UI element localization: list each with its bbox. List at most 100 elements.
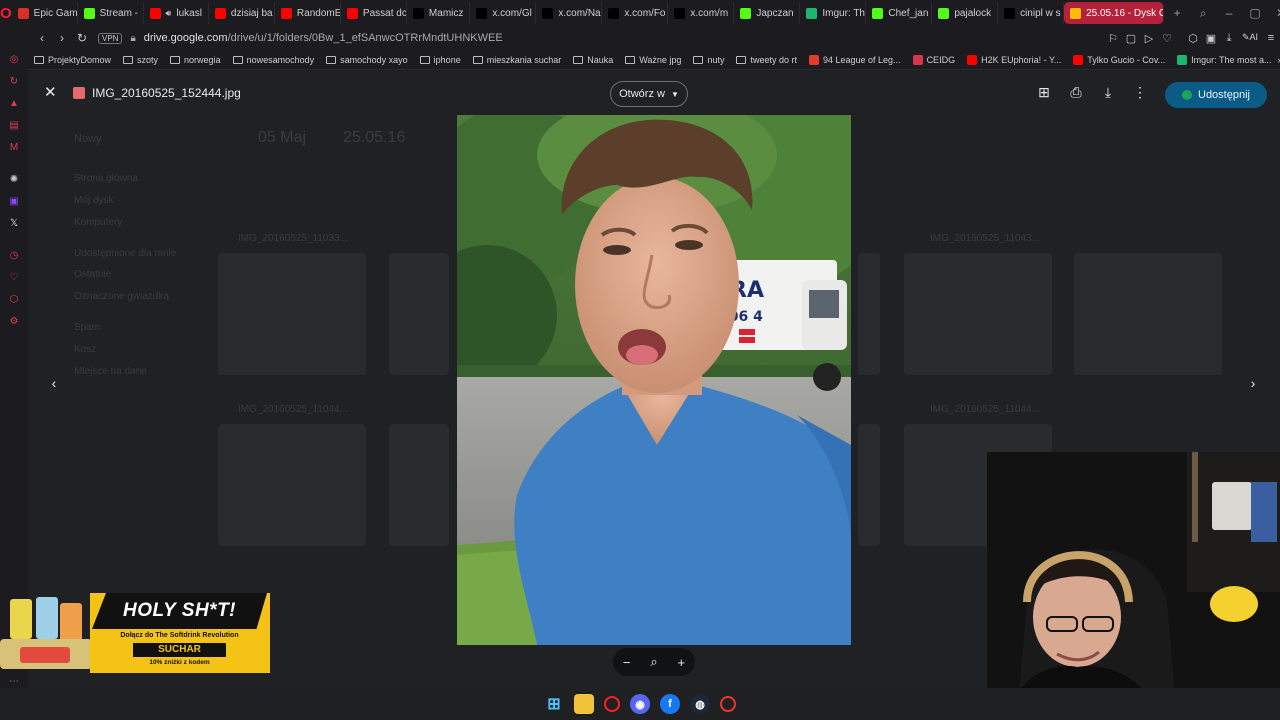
bookmark-0[interactable]: ProjektyDomow: [28, 55, 117, 65]
steam-icon[interactable]: ◍: [690, 694, 710, 714]
imgur-icon: [806, 7, 818, 19]
bookmarks-bar: ProjektyDomow szoty norwegia nowesamochody s…: [28, 50, 1280, 70]
bookmark-14[interactable]: Tylko Gucio - Cov...: [1067, 54, 1171, 65]
zoom-in-icon[interactable]: +: [677, 655, 685, 670]
obs-icon[interactable]: [720, 696, 736, 712]
extensions-icon[interactable]: ⬡: [1184, 32, 1202, 45]
opera-taskbar-icon[interactable]: [604, 696, 620, 712]
bookmark-4[interactable]: samochody xayo: [320, 55, 414, 65]
discord-icon[interactable]: ◉: [630, 694, 650, 714]
bookmark-2[interactable]: norwegia: [164, 55, 227, 65]
clock-icon[interactable]: ◷: [7, 248, 21, 262]
player-icon[interactable]: ▲: [7, 96, 21, 110]
url-field[interactable]: drive.google.com/drive/u/1/folders/0Bw_1…: [144, 32, 503, 44]
tab-15[interactable]: cinipl w s: [998, 2, 1065, 24]
next-image-icon[interactable]: ›: [1241, 371, 1265, 395]
forward-icon[interactable]: ›: [52, 31, 72, 45]
nav-ghost-trash: Kosz: [74, 344, 97, 355]
tab-8[interactable]: x.com/Na: [536, 2, 603, 24]
tab-1[interactable]: Stream -: [78, 2, 144, 24]
more-icon[interactable]: ⋯: [7, 674, 21, 688]
zoom-icon[interactable]: ⌕: [650, 654, 657, 670]
facebook-icon[interactable]: f: [660, 694, 680, 714]
bookmark-10[interactable]: tweety do rt: [730, 55, 803, 65]
settings-icon[interactable]: ⚙: [7, 314, 21, 328]
bookmark-3[interactable]: nowesamochody: [227, 55, 321, 65]
open-with-button[interactable]: Otwórz w ▼: [610, 81, 688, 107]
more-actions-icon[interactable]: ⋮: [1130, 84, 1150, 101]
tab-6[interactable]: Mamicz: [407, 2, 471, 24]
bookmark-1[interactable]: szoty: [117, 55, 164, 65]
x-icon: [542, 7, 554, 19]
tab-14[interactable]: pajalock: [932, 2, 999, 24]
tab-12[interactable]: Imgur: Th: [800, 2, 867, 24]
add-comment-icon[interactable]: ⊞: [1034, 84, 1054, 101]
twitch-icon[interactable]: ▣: [7, 194, 21, 208]
tab-label: x.com/Na: [558, 7, 601, 19]
heart-icon[interactable]: ♡: [7, 270, 21, 284]
tab-4[interactable]: RandomE: [275, 2, 341, 24]
print-icon[interactable]: ⎙: [1066, 84, 1086, 101]
tab-0[interactable]: Epic Gam: [12, 2, 78, 24]
reload-icon[interactable]: ↻: [72, 31, 92, 45]
tab-7[interactable]: x.com/Gl: [470, 2, 537, 24]
file-explorer-icon[interactable]: [574, 694, 594, 714]
share-button[interactable]: Udostępnij: [1165, 82, 1267, 108]
zoom-out-icon[interactable]: −: [623, 655, 631, 670]
bookmark-9[interactable]: nuty: [687, 55, 730, 65]
chatgpt-icon[interactable]: ✺: [7, 172, 21, 186]
opera-logo-icon[interactable]: O: [0, 0, 12, 26]
windows-start-icon[interactable]: ⊞: [544, 694, 564, 714]
kick-icon: [83, 7, 95, 19]
share-label: Udostępnij: [1198, 89, 1250, 101]
pinboard-icon[interactable]: ▤: [7, 118, 21, 132]
tab-5[interactable]: Passat dc: [341, 2, 407, 24]
tab-2[interactable]: 🔊︎ lukasl: [144, 2, 209, 24]
x-sidebar-icon[interactable]: 𝕏: [7, 216, 21, 230]
bookmark-8[interactable]: Ważne jpg: [619, 55, 687, 65]
maximize-icon[interactable]: ▢: [1242, 6, 1268, 21]
nav-ghost-recent: Ostatnie: [74, 269, 112, 280]
lock-icon[interactable]: 🔒︎: [130, 33, 135, 44]
vpn-badge[interactable]: VPN: [98, 32, 123, 44]
history-icon[interactable]: ↻: [7, 74, 21, 88]
back-icon[interactable]: ‹: [32, 31, 52, 45]
tab-16[interactable]: 25.05.16 - Dysk G: [1064, 2, 1165, 24]
tab-label: dzisiaj ba: [230, 7, 273, 19]
download-file-icon[interactable]: ⤓: [1098, 84, 1118, 101]
speaker-icon[interactable]: 🔊︎: [166, 8, 172, 19]
search-tabs-icon[interactable]: ⌕: [1190, 6, 1216, 21]
bookmark-6[interactable]: mieszkania suchar: [467, 55, 568, 65]
messenger-icon[interactable]: ◎: [7, 52, 21, 66]
bookmark-5[interactable]: iphone: [414, 55, 467, 65]
tab-13[interactable]: Chef_jan: [866, 2, 933, 24]
gmail-sidebar-icon[interactable]: M: [7, 140, 21, 154]
previous-image-icon[interactable]: ‹: [42, 371, 66, 395]
folder-icon: [419, 55, 430, 64]
easy-setup-icon[interactable]: ▣: [1202, 32, 1220, 45]
tab-10[interactable]: x.com/m: [668, 2, 735, 24]
minimize-icon[interactable]: –: [1216, 6, 1242, 21]
menu-icon[interactable]: ≡: [1262, 32, 1280, 45]
bookmark-12[interactable]: CEIDG: [907, 54, 962, 65]
bookmark-7[interactable]: Nauka: [567, 55, 619, 65]
bookmark-11[interactable]: 94 League of Leg...: [803, 54, 907, 65]
bookmark-page-icon[interactable]: ⚐: [1104, 32, 1122, 45]
x-icon: [1004, 7, 1016, 19]
download-icon[interactable]: ⤓: [1220, 32, 1238, 45]
new-tab-icon[interactable]: +: [1164, 6, 1190, 20]
snapshot-icon[interactable]: ▢: [1122, 32, 1140, 45]
close-viewer-icon[interactable]: ✕: [44, 83, 57, 101]
close-window-icon[interactable]: ✕: [1268, 6, 1280, 21]
play-icon[interactable]: ▷: [1140, 32, 1158, 45]
extensions-sidebar-icon[interactable]: ⬡: [7, 292, 21, 306]
tab-11[interactable]: Japczan: [734, 2, 801, 24]
tab-3[interactable]: dzisiaj ba: [209, 2, 275, 24]
address-bar-row: ‹ › ↻ VPN 🔒︎ drive.google.com/drive/u/1/…: [28, 26, 1280, 50]
favorite-icon[interactable]: ♡: [1158, 32, 1176, 45]
bookmark-15[interactable]: Imgur: The most a...: [1171, 54, 1277, 65]
tab-9[interactable]: x.com/Fo: [602, 2, 669, 24]
bookmark-label: Imgur: The most a...: [1191, 54, 1272, 65]
bookmark-13[interactable]: H2K EUphoria! - Y...: [961, 54, 1067, 65]
ai-icon[interactable]: ✎AI: [1238, 32, 1262, 45]
